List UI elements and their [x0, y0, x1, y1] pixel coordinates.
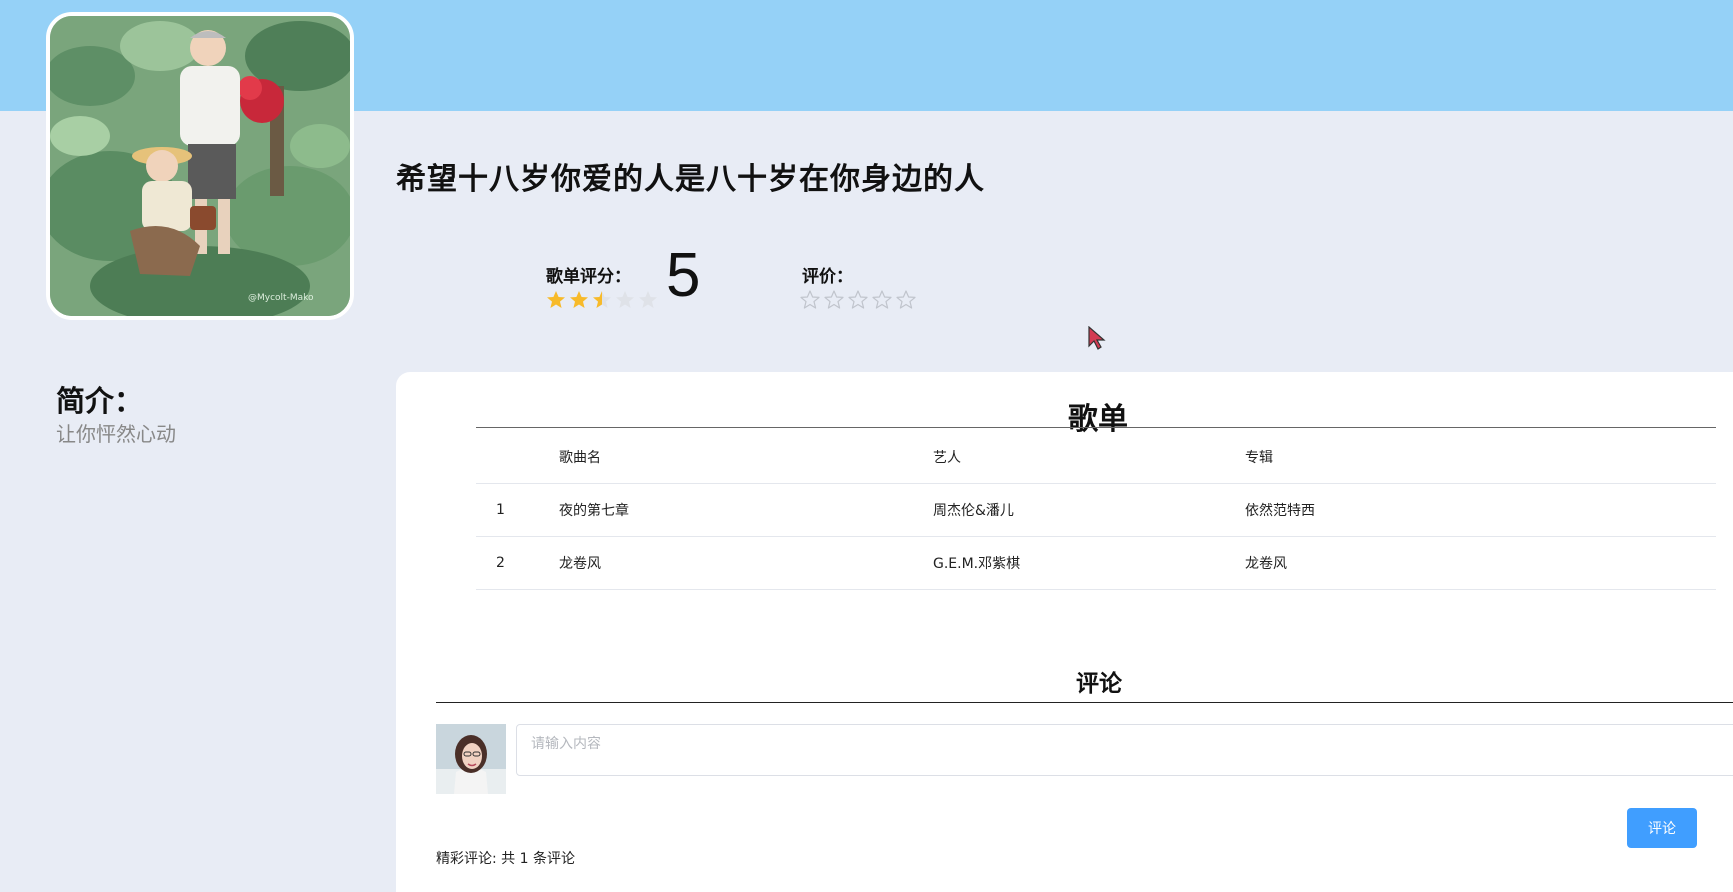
- comment-input[interactable]: [516, 724, 1733, 776]
- intro-heading: 简介：: [56, 384, 144, 418]
- review-label: 评价：: [802, 267, 853, 287]
- song-album[interactable]: 依然范特西: [1244, 483, 1716, 537]
- column-header-index: [476, 430, 558, 484]
- star-icon: [569, 290, 589, 310]
- svg-text:@Mycolt-Mako: @Mycolt-Mako: [248, 293, 314, 303]
- column-header-song-name: 歌曲名: [558, 430, 932, 484]
- song-row[interactable]: 2 龙卷风 G.E.M.邓紫棋 龙卷风: [476, 536, 1716, 590]
- song-index: 1: [476, 483, 558, 537]
- song-index: 2: [476, 536, 558, 590]
- comments-divider: [436, 702, 1733, 703]
- intro-text: 让你怦然心动: [56, 422, 176, 446]
- avatar: [436, 724, 506, 794]
- playlist-title: 希望十八岁你爱的人是八十岁在你身边的人: [396, 162, 985, 197]
- song-artist[interactable]: G.E.M.邓紫棋: [932, 536, 1244, 590]
- playlist-rating-label: 歌单评分：: [546, 267, 631, 287]
- song-album[interactable]: 龙卷风: [1244, 536, 1716, 590]
- column-header-album: 专辑: [1244, 430, 1716, 484]
- star-icon: [638, 290, 658, 310]
- comments-title: 评论: [1076, 671, 1122, 697]
- song-table: 歌曲名 艺人 专辑 1 夜的第七章 周杰伦&潘儿 依然范特西 2 龙卷风 G.E…: [476, 430, 1716, 590]
- mouse-pointer-icon: [1088, 325, 1106, 354]
- review-stars-input[interactable]: [800, 290, 916, 310]
- star-icon[interactable]: [824, 290, 844, 310]
- song-table-header: 歌曲名 艺人 专辑: [476, 430, 1716, 484]
- playlist-cover-image: @Mycolt-Mako: [46, 12, 354, 320]
- song-name[interactable]: 龙卷风: [558, 536, 932, 590]
- submit-comment-button[interactable]: 评论: [1627, 808, 1697, 848]
- cover-illustration: @Mycolt-Mako: [50, 16, 350, 316]
- star-icon[interactable]: [800, 290, 820, 310]
- star-icon[interactable]: [848, 290, 868, 310]
- song-name[interactable]: 夜的第七章: [558, 483, 932, 537]
- star-icon[interactable]: [896, 290, 916, 310]
- main-content-panel: 歌单 歌曲名 艺人 专辑 1 夜的第七章 周杰伦&潘儿 依然范特西 2 龙卷风 …: [396, 372, 1733, 892]
- songlist-divider: [476, 427, 1716, 428]
- playlist-rating-value: 5: [666, 241, 701, 310]
- star-icon: [592, 290, 612, 310]
- comment-count: 精彩评论: 共 1 条评论: [436, 851, 575, 867]
- song-row[interactable]: 1 夜的第七章 周杰伦&潘儿 依然范特西: [476, 483, 1716, 537]
- star-icon: [615, 290, 635, 310]
- star-icon[interactable]: [872, 290, 892, 310]
- song-artist[interactable]: 周杰伦&潘儿: [932, 483, 1244, 537]
- star-icon: [546, 290, 566, 310]
- playlist-rating-stars: [546, 290, 658, 310]
- column-header-artist: 艺人: [932, 430, 1244, 484]
